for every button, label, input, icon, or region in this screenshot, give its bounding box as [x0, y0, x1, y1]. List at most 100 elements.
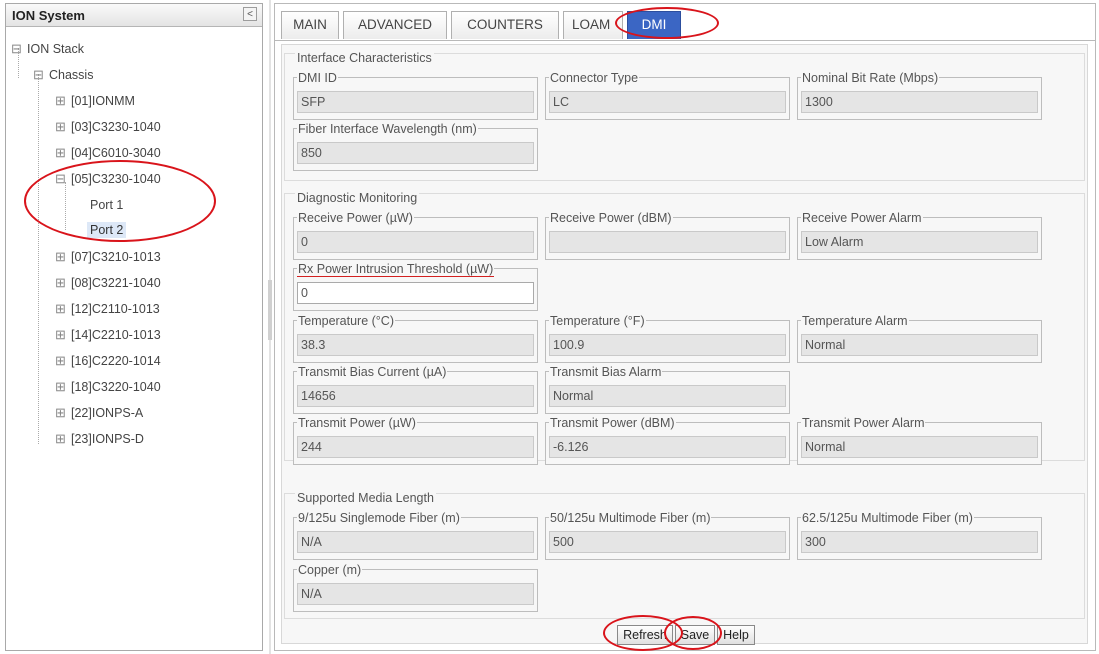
- section-title: Diagnostic Monitoring: [295, 191, 420, 205]
- multimode-62-fiber-field: 62.5/125u Multimode Fiber (m) 300: [797, 511, 1042, 560]
- transmit-bias-current-field: Transmit Bias Current (µA) 14656: [293, 365, 538, 414]
- tree-item-label: [18]C3220-1040: [71, 380, 161, 394]
- tree-item-label: [04]C6010-3040: [71, 146, 161, 160]
- panel-header: ION System <: [6, 4, 262, 27]
- dmi-id-field: DMI ID SFP: [293, 71, 538, 120]
- field-value: 850: [297, 142, 534, 164]
- expand-icon[interactable]: ⊞: [54, 246, 67, 268]
- tree-item-label: [22]IONPS-A: [71, 406, 144, 420]
- field-label: Rx Power Intrusion Threshold (µW): [297, 262, 495, 277]
- tab-counters[interactable]: COUNTERS: [451, 11, 559, 39]
- diagnostic-monitoring-section: Diagnostic Monitoring Receive Power (µW)…: [284, 191, 1085, 465]
- field-label: Temperature (°F): [549, 314, 646, 328]
- expand-icon[interactable]: ⊞: [54, 116, 67, 138]
- tree-item-label: [08]C3221-1040: [71, 276, 161, 290]
- field-label: Nominal Bit Rate (Mbps): [801, 71, 940, 85]
- expand-icon[interactable]: ⊞: [54, 298, 67, 320]
- rx-power-threshold-input[interactable]: [297, 282, 534, 304]
- fiber-wavelength-field: Fiber Interface Wavelength (nm) 850: [293, 122, 538, 171]
- field-label: 50/125u Multimode Fiber (m): [549, 511, 712, 525]
- tree-item-port-1[interactable]: Port 1: [90, 194, 123, 216]
- tree-item-module[interactable]: ⊞ [18]C3220-1040: [54, 376, 161, 398]
- transmit-power-uw-field: Transmit Power (µW) 244: [293, 416, 538, 465]
- field-label: Copper (m): [297, 563, 363, 577]
- tree-item-module[interactable]: ⊞ [04]C6010-3040: [54, 142, 161, 164]
- tree-item-module[interactable]: ⊞ [08]C3221-1040: [54, 272, 161, 294]
- section-title: Interface Characteristics: [295, 51, 434, 65]
- interface-characteristics-section: Interface Characteristics DMI ID SFP Con…: [284, 51, 1085, 181]
- tree-item-label: [14]C2210-1013: [71, 328, 161, 342]
- tree-item-module[interactable]: ⊞ [12]C2110-1013: [54, 298, 160, 320]
- expand-icon[interactable]: ⊞: [54, 428, 67, 450]
- field-label: Receive Power (dBM): [549, 211, 673, 225]
- tree-item-label: [03]C3230-1040: [71, 120, 161, 134]
- panel-title: ION System: [12, 8, 85, 23]
- tree-item-ion-stack[interactable]: ⊟ ION Stack: [10, 38, 84, 60]
- field-value: 14656: [297, 385, 534, 407]
- tree-item-module[interactable]: ⊞ [01]IONMM: [54, 90, 135, 112]
- field-label: Transmit Power (dBM): [549, 416, 676, 430]
- transmit-bias-alarm-field: Transmit Bias Alarm Normal: [545, 365, 790, 414]
- field-label: Temperature Alarm: [801, 314, 909, 328]
- tab-loam[interactable]: LOAM: [563, 11, 623, 39]
- tree-item-chassis[interactable]: ⊟ Chassis: [32, 64, 93, 86]
- transmit-power-dbm-field: Transmit Power (dBM) -6.126: [545, 416, 790, 465]
- expand-icon[interactable]: ⊞: [54, 90, 67, 112]
- tree-item-label: [16]C2220-1014: [71, 354, 161, 368]
- collapse-icon[interactable]: ⊟: [10, 38, 23, 60]
- tab-dmi[interactable]: DMI: [627, 11, 681, 39]
- collapse-panel-button[interactable]: <: [243, 7, 257, 21]
- tree-item-label: [05]C3230-1040: [71, 172, 161, 186]
- splitter-grip[interactable]: [268, 280, 272, 340]
- field-value: 1300: [801, 91, 1038, 113]
- field-label: Transmit Bias Current (µA): [297, 365, 448, 379]
- refresh-button[interactable]: Refresh: [617, 625, 673, 645]
- transmit-power-alarm-field: Transmit Power Alarm Normal: [797, 416, 1042, 465]
- tab-main[interactable]: MAIN: [281, 11, 339, 39]
- section-title: Supported Media Length: [295, 491, 436, 505]
- tree-item-module[interactable]: ⊞ [22]IONPS-A: [54, 402, 143, 424]
- temperature-f-field: Temperature (°F) 100.9: [545, 314, 790, 363]
- button-bar: Refresh Save Help: [282, 621, 1087, 645]
- expand-icon[interactable]: ⊞: [54, 324, 67, 346]
- field-value: SFP: [297, 91, 534, 113]
- field-value: 500: [549, 531, 786, 553]
- nominal-bit-rate-field: Nominal Bit Rate (Mbps) 1300: [797, 71, 1042, 120]
- field-label: Temperature (°C): [297, 314, 395, 328]
- help-button[interactable]: Help: [717, 625, 755, 645]
- temperature-alarm-field: Temperature Alarm Normal: [797, 314, 1042, 363]
- tab-advanced[interactable]: ADVANCED: [343, 11, 447, 39]
- tree-item-module[interactable]: ⊞ [07]C3210-1013: [54, 246, 161, 268]
- collapse-icon[interactable]: ⊟: [54, 168, 67, 190]
- tree-item-module[interactable]: ⊞ [14]C2210-1013: [54, 324, 161, 346]
- collapse-icon[interactable]: ⊟: [32, 64, 45, 86]
- panel-splitter[interactable]: [266, 0, 274, 654]
- receive-power-alarm-field: Receive Power Alarm Low Alarm: [797, 211, 1042, 260]
- tree-item-module[interactable]: ⊞ [03]C3230-1040: [54, 116, 161, 138]
- save-button[interactable]: Save: [675, 625, 715, 645]
- expand-icon[interactable]: ⊞: [54, 142, 67, 164]
- field-value: N/A: [297, 531, 534, 553]
- dmi-content: Interface Characteristics DMI ID SFP Con…: [281, 44, 1088, 645]
- tab-bar: MAIN ADVANCED COUNTERS LOAM DMI: [275, 4, 1095, 41]
- supported-media-length-section: Supported Media Length 9/125u Singlemode…: [284, 491, 1085, 619]
- copper-field: Copper (m) N/A: [293, 563, 538, 612]
- field-value: 244: [297, 436, 534, 458]
- tree-item-module[interactable]: ⊞ [23]IONPS-D: [54, 428, 144, 450]
- field-value: 100.9: [549, 334, 786, 356]
- field-label: Receive Power (µW): [297, 211, 414, 225]
- tree-item-port-2[interactable]: Port 2: [87, 219, 127, 241]
- tree-item-module[interactable]: ⊞ [16]C2220-1014: [54, 350, 161, 372]
- expand-icon[interactable]: ⊞: [54, 376, 67, 398]
- expand-icon[interactable]: ⊞: [54, 402, 67, 424]
- tree-item-module-expanded[interactable]: ⊟ [05]C3230-1040: [54, 168, 161, 190]
- multimode-50-fiber-field: 50/125u Multimode Fiber (m) 500: [545, 511, 790, 560]
- field-label: Fiber Interface Wavelength (nm): [297, 122, 478, 136]
- expand-icon[interactable]: ⊞: [54, 350, 67, 372]
- tree-guide-line: [38, 74, 39, 444]
- rx-power-intrusion-threshold-field: Rx Power Intrusion Threshold (µW): [293, 262, 538, 311]
- expand-icon[interactable]: ⊞: [54, 272, 67, 294]
- tree-item-label: ION Stack: [27, 42, 84, 56]
- field-value: 0: [297, 231, 534, 253]
- field-value: Normal: [801, 436, 1038, 458]
